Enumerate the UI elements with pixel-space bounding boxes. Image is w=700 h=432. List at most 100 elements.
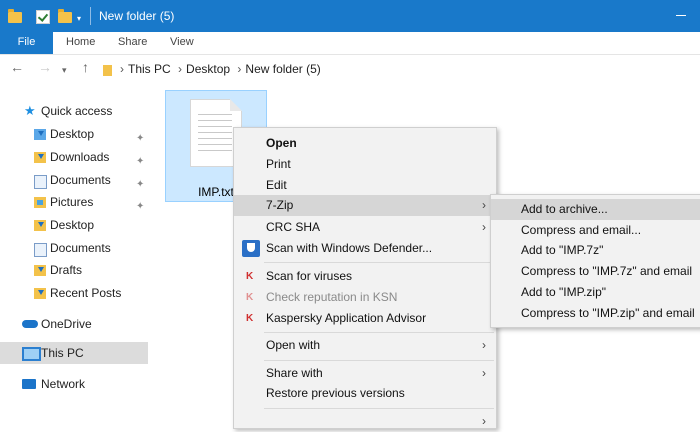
menu-item-open-with[interactable]: Open with › [234, 335, 496, 356]
breadcrumb: › This PC › Desktop › New folder (5) [120, 62, 325, 76]
new-folder-icon[interactable] [58, 9, 72, 23]
location-folder-icon [103, 65, 112, 76]
nav-this-pc[interactable]: This PC [0, 342, 148, 364]
nav-label: Recent Posts [50, 286, 122, 300]
tab-home[interactable]: Home [66, 36, 95, 48]
folder-icon [8, 9, 22, 23]
menu-separator [264, 262, 494, 263]
onedrive-cloud-icon [22, 320, 38, 328]
nav-label: Quick access [41, 104, 113, 118]
nav-label: Drafts [50, 263, 83, 277]
submenu-arrow-icon: › [482, 366, 486, 380]
nav-item-drafts[interactable]: Drafts [0, 259, 148, 281]
nav-label: Documents [50, 173, 111, 187]
folder-icon [34, 288, 46, 299]
crumb-new-folder[interactable]: New folder (5) [245, 62, 320, 76]
nav-item-desktop-2[interactable]: Desktop [0, 214, 148, 236]
crumb-arrow-icon[interactable]: › [178, 62, 182, 76]
customize-quick-access-icon[interactable]: ▾ [77, 14, 81, 23]
tab-view[interactable]: View [170, 36, 194, 48]
kaspersky-icon: K [246, 292, 254, 303]
network-icon [22, 379, 36, 389]
title-separator [90, 7, 91, 25]
menu-item-edit[interactable]: Edit [234, 175, 496, 196]
nav-label: Documents [50, 241, 111, 255]
menu-label: Share with [266, 366, 323, 380]
nav-item-pictures[interactable]: Pictures ✦ [0, 191, 148, 213]
submenu-label: Compress to "IMP.7z" and email [521, 264, 693, 278]
window-title: New folder (5) [99, 9, 175, 23]
forward-arrow-icon[interactable]: → [38, 60, 52, 74]
title-bar: ▾ New folder (5) [0, 0, 700, 32]
menu-label: Restore previous versions [266, 386, 405, 400]
menu-separator [264, 408, 494, 409]
submenu-arrow-icon: › [482, 220, 486, 234]
up-arrow-icon[interactable]: ↑ [82, 60, 89, 74]
menu-label: Print [266, 157, 291, 171]
tab-file[interactable]: File [0, 32, 53, 54]
star-icon: ★ [24, 103, 36, 118]
properties-icon[interactable] [36, 10, 50, 24]
crumb-arrow-icon[interactable]: › [120, 62, 124, 76]
submenu-item-add-to-archive[interactable]: Add to archive... [491, 199, 700, 220]
nav-label: Pictures [50, 195, 94, 209]
nav-item-desktop[interactable]: Desktop ✦ [0, 123, 148, 145]
tab-share[interactable]: Share [118, 36, 147, 48]
nav-item-downloads[interactable]: Downloads ✦ [0, 146, 148, 168]
nav-label: Desktop [50, 127, 95, 141]
submenu-item-add-7z[interactable]: Add to "IMP.7z" [491, 240, 700, 261]
menu-item-crc-sha[interactable]: CRC SHA › [234, 217, 496, 238]
menu-item-scan-viruses[interactable]: K Scan for viruses [234, 266, 496, 287]
nav-onedrive[interactable]: OneDrive [0, 313, 148, 335]
menu-label: Open [266, 136, 297, 150]
nav-network[interactable]: Network [0, 373, 148, 395]
back-arrow-icon[interactable]: ← [10, 60, 24, 74]
submenu-label: Compress to "IMP.zip" and email [521, 306, 695, 320]
submenu-item-compress-email[interactable]: Compress and email... [491, 220, 700, 241]
documents-icon [34, 243, 47, 257]
menu-label: Scan for viruses [266, 269, 353, 283]
menu-separator [264, 332, 494, 333]
nav-item-documents-2[interactable]: Documents [0, 237, 148, 259]
menu-item-windows-defender[interactable]: Scan with Windows Defender... [234, 238, 496, 259]
windows-defender-shield-icon [242, 240, 260, 257]
nav-label: Desktop [50, 218, 95, 232]
submenu-label: Add to "IMP.7z" [521, 243, 604, 257]
menu-item-open[interactable]: Open [234, 133, 496, 154]
menu-label: 7-Zip [266, 198, 294, 212]
nav-item-recent-posts[interactable]: Recent Posts [0, 282, 148, 304]
crumb-this-pc[interactable]: This PC [128, 62, 171, 76]
computer-icon [22, 347, 41, 361]
menu-label: Edit [266, 178, 287, 192]
submenu-item-compress-zip-email[interactable]: Compress to "IMP.zip" and email [491, 303, 700, 324]
menu-item-7zip[interactable]: 7-Zip › [234, 195, 496, 216]
menu-item-partial[interactable]: › [234, 411, 496, 432]
submenu-7zip: Add to archive... Compress and email... … [490, 194, 700, 328]
submenu-label: Add to archive... [521, 202, 608, 216]
menu-label: Kaspersky Application Advisor [266, 311, 427, 325]
context-menu: Open Print Edit 7-Zip › CRC SHA › Scan wit… [233, 127, 497, 429]
crumb-desktop[interactable]: Desktop [186, 62, 230, 76]
recent-locations-icon[interactable]: ▾ [62, 63, 67, 77]
submenu-arrow-icon: › [482, 338, 486, 352]
folder-icon [34, 265, 46, 276]
crumb-arrow-icon[interactable]: › [237, 62, 241, 76]
menu-item-print[interactable]: Print [234, 154, 496, 175]
nav-label: Downloads [50, 150, 110, 164]
ribbon: File Home Share View [0, 32, 700, 55]
folder-icon [34, 220, 46, 231]
menu-item-check-reputation[interactable]: K Check reputation in KSN [234, 287, 496, 308]
submenu-item-compress-7z-email[interactable]: Compress to "IMP.7z" and email [491, 261, 700, 282]
menu-label: CRC SHA [266, 220, 321, 234]
nav-item-documents[interactable]: Documents ✦ [0, 169, 148, 191]
nav-quick-access[interactable]: ★ Quick access [0, 100, 148, 122]
documents-icon [34, 175, 47, 189]
kaspersky-icon: K [246, 271, 254, 282]
menu-item-restore-versions[interactable]: Restore previous versions [234, 383, 496, 404]
submenu-item-add-zip[interactable]: Add to "IMP.zip" [491, 282, 700, 303]
menu-item-share-with[interactable]: Share with › [234, 363, 496, 384]
minimize-button[interactable] [676, 15, 686, 16]
menu-label: Scan with Windows Defender... [266, 241, 433, 255]
submenu-arrow-icon: › [482, 414, 486, 428]
menu-item-kaspersky-advisor[interactable]: K Kaspersky Application Advisor [234, 308, 496, 329]
